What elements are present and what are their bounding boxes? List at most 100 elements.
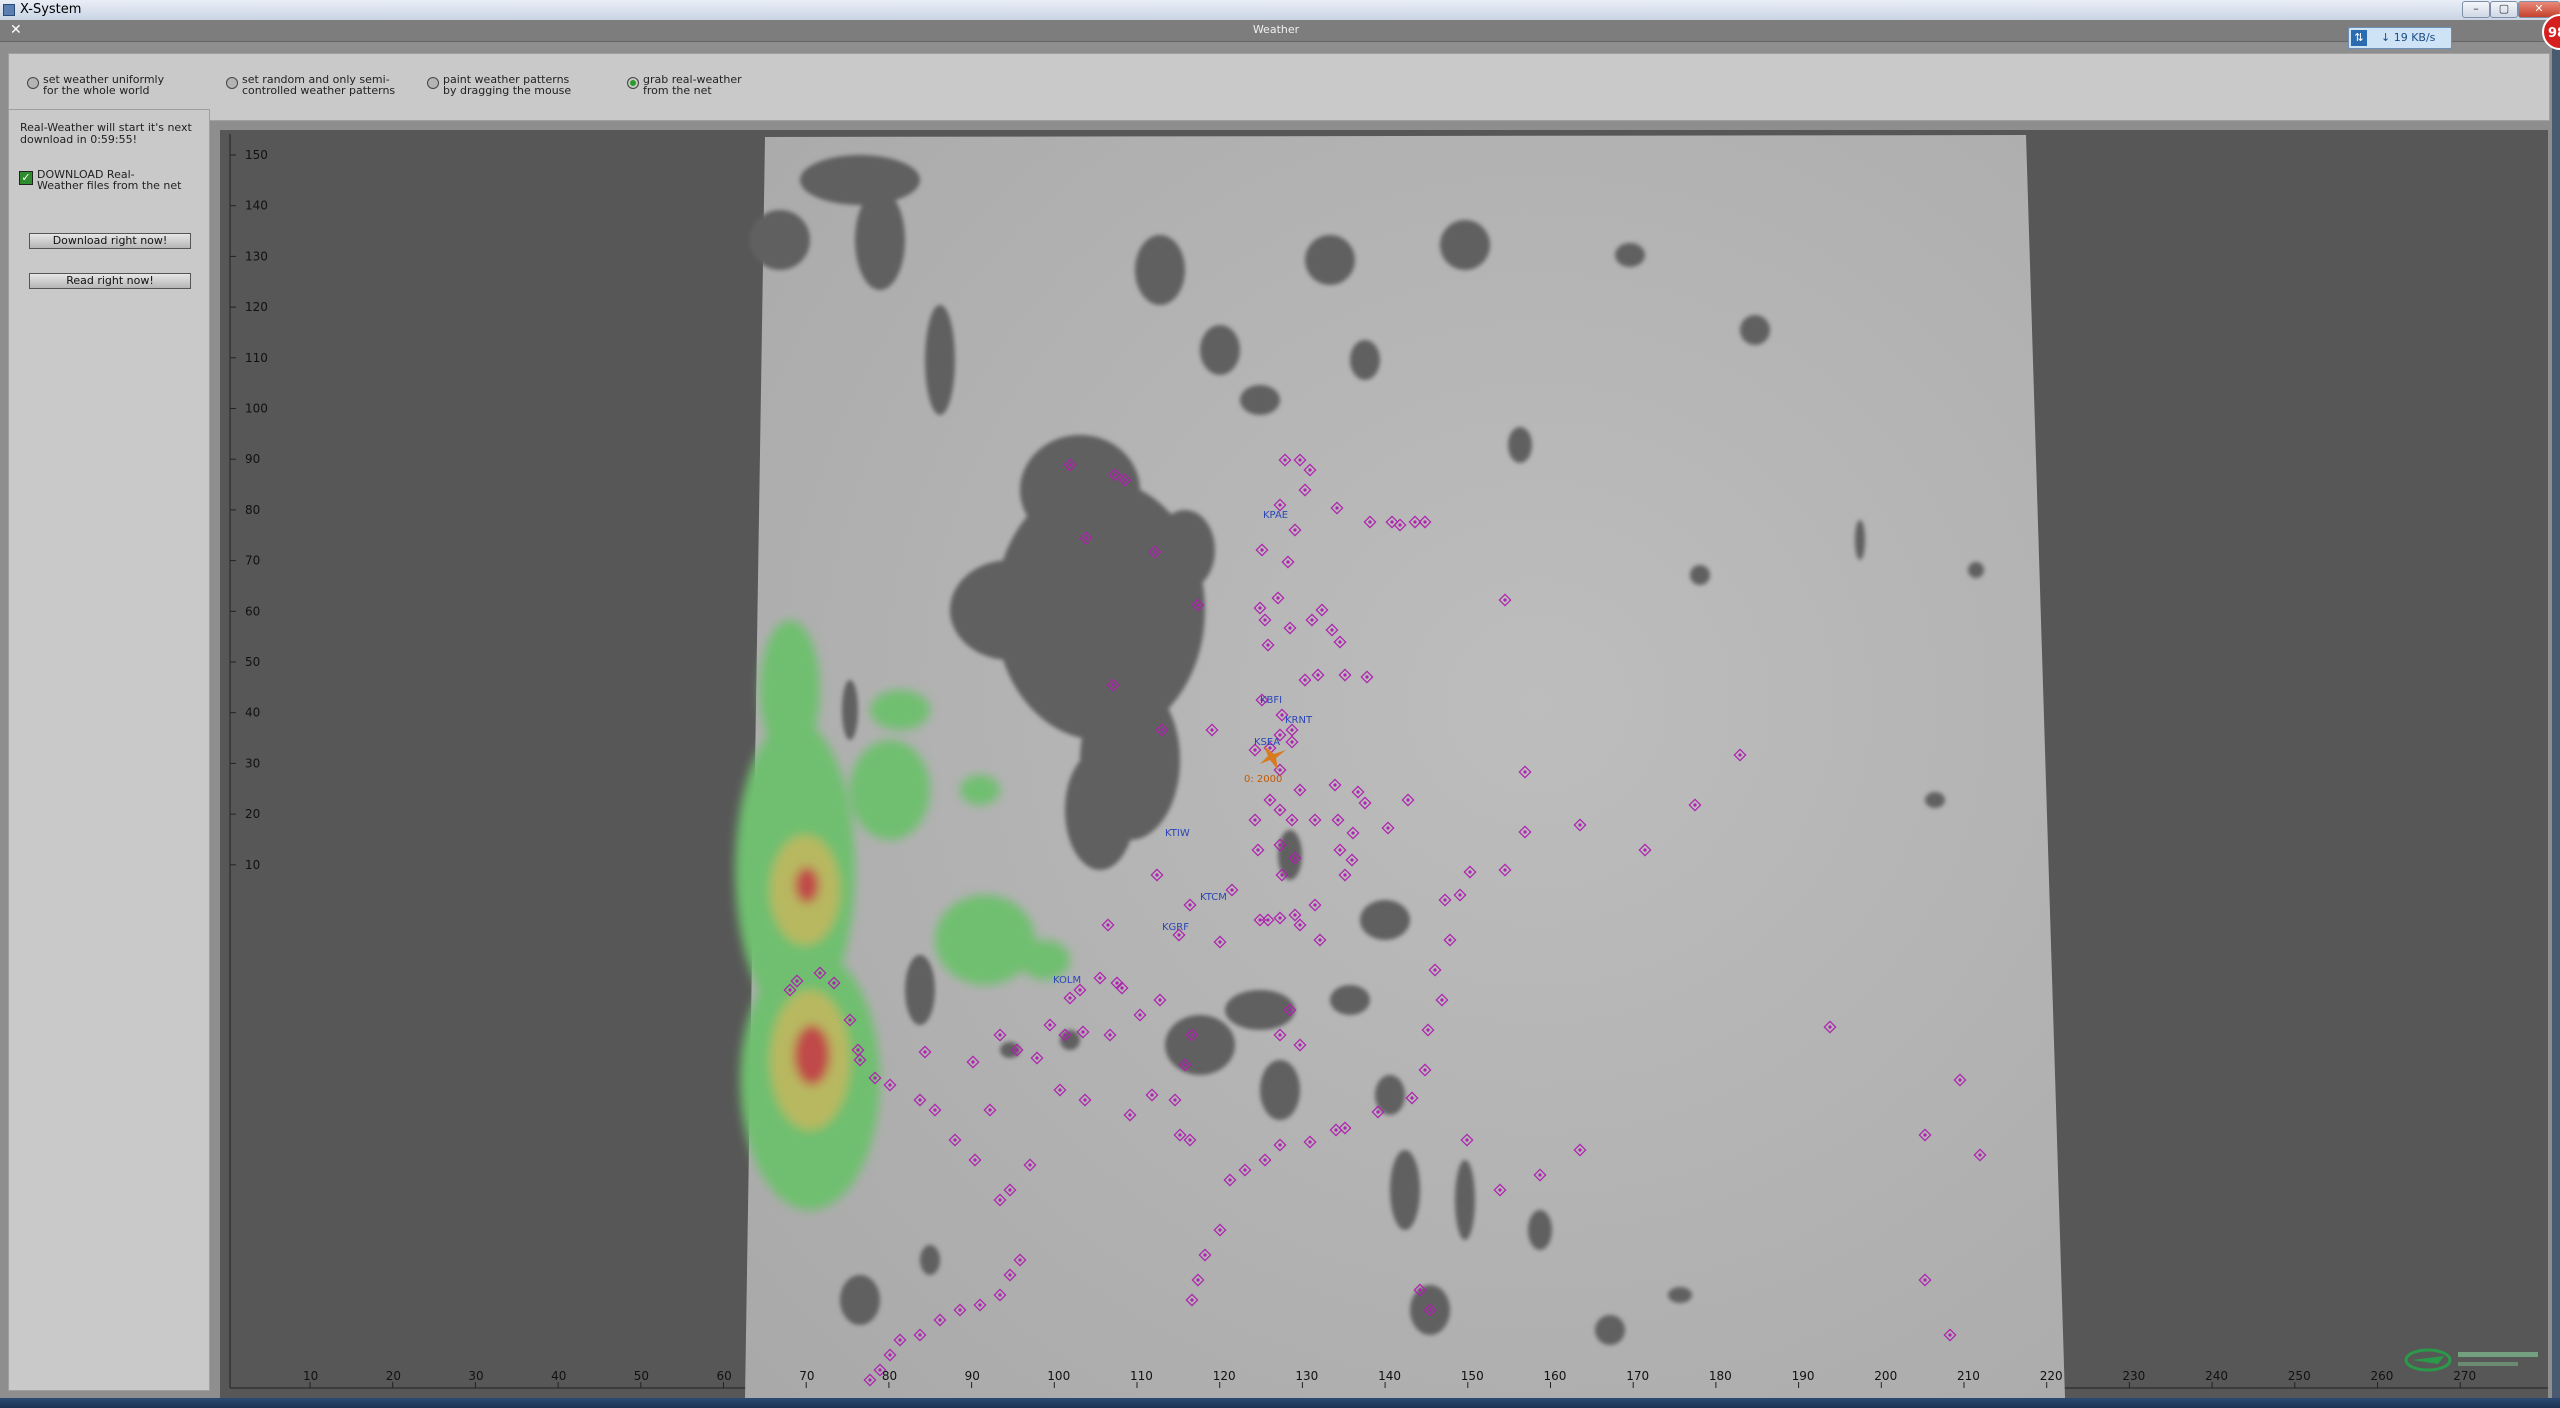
- station-marker-dot: [1111, 683, 1115, 687]
- maximize-button[interactable]: ▢: [2490, 1, 2518, 18]
- station-marker-dot: [856, 1048, 860, 1052]
- station-marker-dot: [953, 1138, 957, 1142]
- station-marker-dot: [1173, 1098, 1177, 1102]
- station-marker-dot: [1278, 1143, 1282, 1147]
- network-speed-indicator[interactable]: ⇅ ↓ 19 KB/s: [2348, 27, 2452, 49]
- airport-label-kpae[interactable]: KPAE: [1263, 510, 1288, 521]
- station-marker-dot: [1503, 868, 1507, 872]
- x-tick-label: 100: [1047, 1369, 1070, 1383]
- minimize-button[interactable]: –: [2462, 1, 2490, 18]
- app-icon: [3, 4, 15, 16]
- mode-selector: set weather uniformly for the whole worl…: [8, 53, 2550, 121]
- station-marker-dot: [998, 1033, 1002, 1037]
- weather-map-canvas[interactable]: KPAE KBFI KRNT KSEA KTIW KTCM KGRF KOLM …: [220, 130, 2548, 1398]
- y-tick-label: 140: [245, 199, 268, 213]
- station-marker-dot: [1258, 606, 1262, 610]
- download-now-button[interactable]: Download right now!: [29, 233, 191, 249]
- station-marker-dot: [1283, 458, 1287, 462]
- station-marker-dot: [1258, 918, 1262, 922]
- station-marker-dot: [1330, 628, 1334, 632]
- station-marker-dot: [1155, 873, 1159, 877]
- airport-label-ksea[interactable]: KSEA: [1254, 737, 1280, 748]
- y-tick-label: 130: [245, 249, 268, 263]
- airport-label-krnt[interactable]: KRNT: [1285, 715, 1313, 726]
- airport-label-ktcm[interactable]: KTCM: [1200, 892, 1227, 903]
- station-marker-dot: [1468, 870, 1472, 874]
- mode-paint[interactable]: paint weather patterns by dragging the m…: [427, 74, 572, 97]
- x-tick-label: 120: [1213, 1369, 1236, 1383]
- station-marker-dot: [1303, 678, 1307, 682]
- station-marker-dot: [1008, 1188, 1012, 1192]
- station-marker-dot: [1278, 916, 1282, 920]
- station-marker-dot: [1123, 478, 1127, 482]
- station-marker-dot: [1108, 1033, 1112, 1037]
- station-marker-dot: [1828, 1025, 1832, 1029]
- station-marker-dot: [1068, 996, 1072, 1000]
- station-marker-dot: [1338, 640, 1342, 644]
- station-marker-dot: [1440, 998, 1444, 1002]
- read-now-button[interactable]: Read right now!: [29, 273, 191, 289]
- y-tick-label: 80: [245, 503, 260, 517]
- station-marker-dot: [1418, 1288, 1422, 1292]
- airport-label-kbfi[interactable]: KBFI: [1260, 695, 1282, 706]
- x-tick-label: 50: [634, 1369, 649, 1383]
- station-marker-dot: [1458, 893, 1462, 897]
- station-marker-dot: [1288, 626, 1292, 630]
- x-tick-label: 170: [1626, 1369, 1649, 1383]
- x-tick-label: 250: [2288, 1369, 2311, 1383]
- x-tick-label: 70: [799, 1369, 814, 1383]
- radio-real-weather[interactable]: [627, 77, 639, 89]
- station-marker-dot: [1280, 713, 1284, 717]
- y-tick-label: 100: [245, 402, 268, 416]
- station-marker-dot: [1948, 1333, 1952, 1337]
- mode-real-weather-label-2: from the net: [643, 84, 712, 97]
- station-marker-dot: [1278, 1033, 1282, 1037]
- station-marker-dot: [1423, 520, 1427, 524]
- y-tick-label: 10: [245, 858, 260, 872]
- airport-label-ktiw[interactable]: KTIW: [1165, 828, 1190, 839]
- download-checkbox-label: DOWNLOAD Real- Weather files from the ne…: [37, 169, 182, 191]
- mode-paint-label-2: by dragging the mouse: [443, 84, 572, 97]
- station-marker-dot: [1218, 1228, 1222, 1232]
- station-marker-dot: [1210, 728, 1214, 732]
- weather-map[interactable]: KPAE KBFI KRNT KSEA KTIW KTCM KGRF KOLM …: [220, 130, 2548, 1398]
- station-marker-dot: [1268, 798, 1272, 802]
- x-tick-label: 130: [1295, 1369, 1318, 1383]
- mode-random[interactable]: set random and only semi- controlled wea…: [226, 74, 395, 96]
- mode-real-weather[interactable]: grab real-weather from the net: [627, 74, 742, 97]
- station-marker-dot: [1098, 976, 1102, 980]
- download-checkbox[interactable]: ✓: [19, 171, 33, 185]
- y-tick-label: 150: [245, 148, 268, 162]
- radio-random[interactable]: [226, 77, 238, 89]
- station-marker-dot: [1263, 618, 1267, 622]
- station-marker-dot: [1426, 1028, 1430, 1032]
- station-marker-dot: [1693, 803, 1697, 807]
- y-tick-label: 90: [245, 452, 260, 466]
- station-marker-dot: [888, 1353, 892, 1357]
- station-marker-dot: [1068, 463, 1072, 467]
- station-marker-dot: [1178, 1133, 1182, 1137]
- station-marker-dot: [998, 1198, 1002, 1202]
- station-marker-dot: [1433, 968, 1437, 972]
- station-marker-dot: [1333, 783, 1337, 787]
- x-tick-label: 210: [1957, 1369, 1980, 1383]
- radio-paint[interactable]: [427, 77, 439, 89]
- network-icon: ⇅: [2351, 30, 2367, 46]
- airport-label-kgrf[interactable]: KGRF: [1162, 922, 1189, 933]
- station-marker-dot: [1316, 673, 1320, 677]
- radio-uniform[interactable]: [27, 77, 39, 89]
- station-marker-dot: [868, 1378, 872, 1382]
- close-icon[interactable]: ✕: [10, 20, 22, 40]
- station-marker-dot: [1078, 988, 1082, 992]
- y-tick-label: 110: [245, 351, 268, 365]
- station-marker-dot: [1286, 560, 1290, 564]
- station-marker-dot: [1128, 1113, 1132, 1117]
- mode-uniform[interactable]: set weather uniformly for the whole worl…: [27, 74, 164, 96]
- airport-label-kolm[interactable]: KOLM: [1053, 975, 1081, 986]
- taskbar: [0, 1398, 2560, 1408]
- download-status: Real-Weather will start it's next downlo…: [20, 122, 205, 146]
- x-tick-label: 10: [303, 1369, 318, 1383]
- x-tick-label: 40: [551, 1369, 566, 1383]
- x-tick-label: 90: [965, 1369, 980, 1383]
- station-marker-dot: [1308, 1140, 1312, 1144]
